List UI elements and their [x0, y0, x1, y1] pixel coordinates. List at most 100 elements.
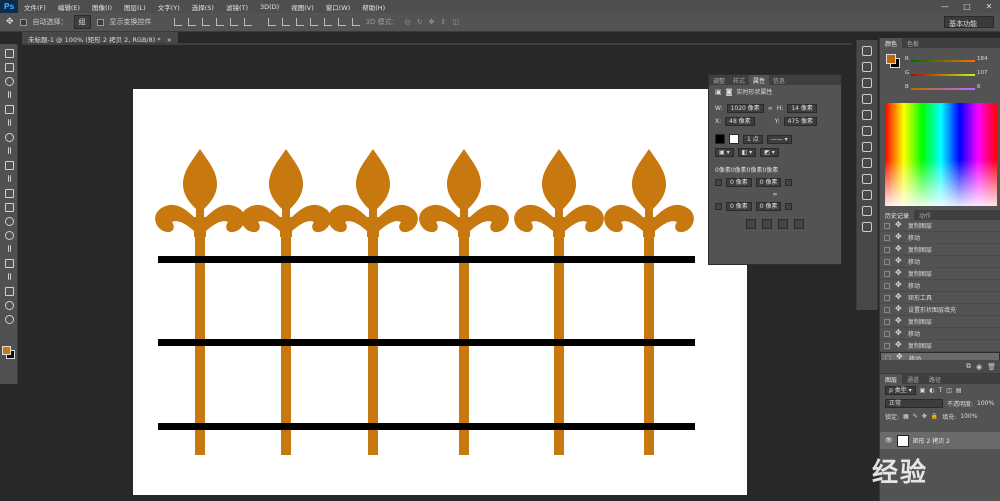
menu-type[interactable]: 文字(Y) [152, 2, 186, 12]
healing-brush-tool-icon[interactable] [3, 131, 15, 142]
properties-icon[interactable] [862, 126, 872, 136]
navigator-icon[interactable] [862, 46, 872, 56]
styles-icon[interactable] [862, 94, 872, 104]
mask-icon[interactable]: ◙ [726, 88, 733, 96]
menu-image[interactable]: 图像(I) [86, 2, 118, 12]
corner-bottom-left-field[interactable]: 0 像素 [726, 202, 752, 211]
filter-pixel-icon[interactable]: ▣ [920, 387, 926, 394]
menu-window[interactable]: 窗口(W) [320, 2, 357, 12]
tab-info[interactable]: 信息 [769, 75, 789, 85]
r-value[interactable]: 184 [977, 56, 988, 62]
paragraph-icon[interactable] [862, 174, 872, 184]
delete-state-icon[interactable]: 🗑 [987, 363, 996, 371]
history-item[interactable]: 复制图层 [880, 220, 1000, 232]
layer-row[interactable]: 👁 矩形 2 拷贝 2 [880, 432, 1000, 449]
x-field[interactable]: 48 像素 [725, 117, 755, 126]
lock-transparent-icon[interactable]: ▦ [903, 413, 909, 420]
tab-properties[interactable]: 属性 [749, 75, 770, 85]
adjustments-icon[interactable] [862, 78, 872, 88]
crop-tool-icon[interactable] [3, 103, 15, 114]
close-button[interactable]: ✕ [978, 2, 1000, 11]
tool-presets-icon[interactable] [862, 190, 872, 200]
tab-channels[interactable]: 通道 [902, 374, 924, 384]
workspace-dropdown[interactable]: 基本功能 [944, 16, 994, 28]
fill-color-swatch[interactable] [715, 134, 725, 144]
color-spectrum[interactable] [885, 103, 997, 206]
lock-paint-icon[interactable]: ✎ [913, 413, 918, 420]
layer-name[interactable]: 矩形 2 拷贝 2 [913, 436, 950, 445]
maximize-button[interactable]: □ [956, 2, 978, 11]
stroke-type-dropdown[interactable]: —— ▾ [766, 134, 792, 144]
history-item[interactable]: 复制图层 [880, 340, 1000, 352]
corner-top-right-field[interactable]: 0 像素 [755, 178, 782, 187]
tab-color[interactable]: 颜色 [880, 38, 903, 48]
b-slider-track[interactable] [911, 88, 975, 90]
history-brush-source-checkbox[interactable] [884, 318, 890, 325]
menu-filter[interactable]: 滤镜(T) [220, 2, 254, 12]
tab-swatches[interactable]: 色板 [902, 38, 924, 48]
history-item[interactable]: 复制图层 [880, 244, 1000, 256]
align-left-icon[interactable] [215, 18, 224, 26]
document-canvas[interactable] [133, 89, 747, 495]
snapshot-icon[interactable]: ◉ [976, 363, 982, 371]
3d-drag-icon[interactable]: ✥ [429, 18, 435, 26]
fill-value[interactable]: 100% [960, 413, 977, 420]
distribute-bottom-icon[interactable] [295, 18, 304, 26]
path-selection-tool-icon[interactable] [3, 271, 15, 282]
b-value[interactable]: 6 [977, 84, 981, 90]
tab-styles[interactable]: 样式 [729, 75, 749, 85]
filter-adjust-icon[interactable]: ◐ [929, 387, 934, 394]
history-brush-source-checkbox[interactable] [884, 282, 890, 289]
brush-tool-icon[interactable] [3, 145, 15, 156]
slider-b[interactable]: B 6 [905, 84, 999, 94]
distribute-middle-icon[interactable] [281, 18, 290, 26]
history-item[interactable]: 移动 [880, 256, 1000, 268]
stroke-color-swatch[interactable] [729, 134, 739, 144]
distribute-right-icon[interactable] [337, 18, 346, 26]
pen-tool-icon[interactable] [3, 243, 15, 254]
history-item[interactable]: 复制图层 [880, 316, 1000, 328]
history-brush-source-checkbox[interactable] [884, 246, 890, 253]
history-brush-source-checkbox[interactable] [884, 222, 890, 229]
blur-tool-icon[interactable] [3, 215, 15, 226]
corner-bottom-right-field[interactable]: 0 像素 [755, 202, 782, 211]
r-slider-track[interactable] [911, 60, 975, 62]
height-field[interactable]: 14 像素 [787, 104, 817, 113]
menu-help[interactable]: 帮助(H) [356, 2, 391, 12]
eyedropper-tool-icon[interactable] [3, 117, 15, 128]
3d-icon[interactable] [862, 206, 872, 216]
align-middle-icon[interactable] [187, 18, 196, 26]
document-tab[interactable]: 未标题-1 @ 100% (矩形 2 拷贝 2, RGB/8) * × [22, 32, 179, 44]
g-value[interactable]: 107 [977, 70, 988, 76]
eraser-tool-icon[interactable] [3, 187, 15, 198]
history-brush-source-checkbox[interactable] [884, 234, 890, 241]
brush-presets-icon[interactable] [862, 142, 872, 152]
minimize-button[interactable]: — [934, 2, 956, 11]
3d-slide-icon[interactable]: ⇕ [440, 18, 446, 26]
history-item[interactable]: 移动 [880, 328, 1000, 340]
path-intersect-icon[interactable] [778, 219, 788, 229]
menu-layer[interactable]: 图层(L) [118, 2, 152, 12]
auto-select-dropdown[interactable]: 组 [73, 15, 91, 29]
distribute-left-icon[interactable] [309, 18, 318, 26]
align-center-icon[interactable] [229, 18, 238, 26]
filter-smart-icon[interactable]: ▤ [956, 387, 962, 394]
hand-tool-icon[interactable] [3, 299, 15, 310]
history-brush-source-checkbox[interactable] [884, 294, 890, 301]
menu-select[interactable]: 选择(S) [186, 2, 220, 12]
3d-orbit-icon[interactable]: ◎ [405, 18, 411, 26]
auto-align-icon[interactable] [351, 18, 360, 26]
tab-adjustments[interactable]: 调整 [709, 75, 729, 85]
width-field[interactable]: 1020 像素 [726, 104, 764, 113]
slider-g[interactable]: G 107 [905, 70, 999, 80]
lasso-tool-icon[interactable] [3, 75, 15, 86]
g-slider-track[interactable] [911, 74, 975, 76]
new-document-from-state-icon[interactable]: ⧉ [966, 362, 971, 371]
history-brush-source-checkbox[interactable] [884, 258, 890, 265]
blend-mode-dropdown[interactable]: 正常 [885, 399, 943, 408]
dodge-tool-icon[interactable] [3, 229, 15, 240]
history-item[interactable]: 矩形工具 [880, 292, 1000, 304]
align-bottom-icon[interactable] [201, 18, 210, 26]
corner-link-icon[interactable]: ∞ [773, 191, 778, 198]
tab-actions[interactable]: 动作 [914, 210, 936, 220]
